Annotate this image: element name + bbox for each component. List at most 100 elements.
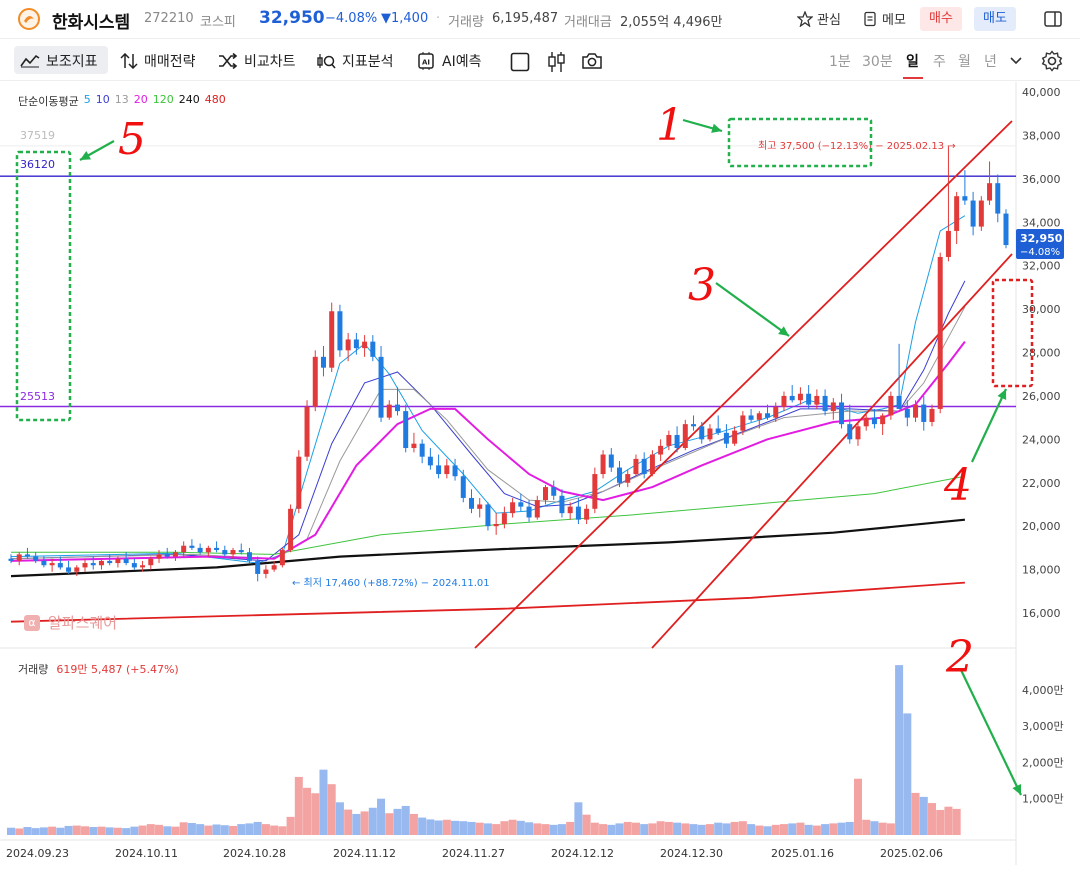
volume-bar[interactable] bbox=[566, 821, 575, 835]
volume-bar[interactable] bbox=[705, 824, 714, 835]
chevron-down-icon[interactable] bbox=[1010, 56, 1022, 66]
volume-bar[interactable] bbox=[886, 823, 895, 835]
volume-bar[interactable] bbox=[492, 824, 501, 835]
candle[interactable] bbox=[1003, 209, 1009, 249]
volume-bar[interactable] bbox=[72, 825, 81, 835]
volume-bar[interactable] bbox=[755, 825, 764, 835]
candle[interactable] bbox=[954, 191, 960, 244]
volume-bar[interactable] bbox=[919, 796, 928, 835]
candle[interactable] bbox=[789, 385, 795, 403]
volume-bar[interactable] bbox=[640, 824, 649, 835]
candle[interactable] bbox=[370, 335, 376, 362]
volume-bar[interactable] bbox=[163, 826, 172, 835]
volume-bar[interactable] bbox=[39, 827, 48, 835]
candle[interactable] bbox=[723, 424, 729, 449]
ai-predict-tool[interactable]: AI AI예측 bbox=[416, 51, 481, 71]
volume-bar[interactable] bbox=[533, 823, 542, 835]
volume-bar[interactable] bbox=[590, 822, 599, 835]
candle[interactable] bbox=[362, 335, 368, 357]
volume-bar[interactable] bbox=[229, 825, 238, 835]
volume-bar[interactable] bbox=[714, 822, 723, 835]
volume-bar[interactable] bbox=[788, 823, 797, 835]
candle[interactable] bbox=[551, 480, 557, 501]
candle[interactable] bbox=[871, 408, 877, 429]
compare-tool[interactable]: 비교차트 bbox=[218, 51, 296, 71]
volume-bar[interactable] bbox=[853, 778, 862, 835]
volume-bar[interactable] bbox=[952, 808, 961, 835]
period-month[interactable]: 월 bbox=[958, 51, 971, 71]
volume-bar[interactable] bbox=[837, 822, 846, 835]
volume-bar[interactable] bbox=[804, 824, 813, 835]
volume-bar[interactable] bbox=[31, 828, 40, 835]
candle[interactable] bbox=[427, 448, 433, 470]
candle[interactable] bbox=[246, 547, 252, 564]
volume-bar[interactable] bbox=[607, 824, 616, 835]
volume-bar[interactable] bbox=[377, 798, 386, 835]
memo-button[interactable]: 메모 bbox=[862, 9, 906, 28]
candle[interactable] bbox=[658, 439, 664, 462]
candle[interactable] bbox=[444, 458, 450, 479]
side-panel-icon[interactable] bbox=[1043, 9, 1063, 29]
volume-bar[interactable] bbox=[664, 821, 673, 835]
volume-bar[interactable] bbox=[927, 803, 936, 835]
volume-bar[interactable] bbox=[113, 827, 122, 835]
volume-bar[interactable] bbox=[319, 769, 328, 835]
volume-bar[interactable] bbox=[385, 813, 394, 835]
candle[interactable] bbox=[485, 502, 491, 531]
volume-bar[interactable] bbox=[689, 824, 698, 835]
candle[interactable] bbox=[806, 385, 812, 409]
candlestick-icon[interactable] bbox=[547, 51, 567, 73]
volume-bar[interactable] bbox=[344, 809, 353, 835]
candle[interactable] bbox=[921, 395, 927, 431]
candle[interactable] bbox=[98, 558, 104, 570]
volume-bar[interactable] bbox=[294, 776, 303, 835]
volume-bar[interactable] bbox=[574, 802, 583, 835]
volume-bar[interactable] bbox=[878, 822, 887, 835]
volume-bar[interactable] bbox=[360, 811, 369, 835]
volume-bar[interactable] bbox=[681, 823, 690, 835]
candle[interactable] bbox=[222, 545, 228, 557]
candle[interactable] bbox=[970, 191, 976, 236]
volume-bar[interactable] bbox=[434, 820, 443, 835]
volume-bar[interactable] bbox=[418, 817, 427, 835]
candle[interactable] bbox=[419, 439, 425, 464]
volume-bar[interactable] bbox=[631, 822, 640, 835]
volume-bar[interactable] bbox=[763, 826, 772, 835]
candle[interactable] bbox=[995, 174, 1001, 223]
analysis-tool[interactable]: 지표분석 bbox=[316, 51, 394, 71]
volume-bar[interactable] bbox=[557, 824, 566, 835]
volume-bar[interactable] bbox=[944, 806, 953, 835]
candle[interactable] bbox=[880, 413, 886, 435]
volume-bar[interactable] bbox=[179, 822, 188, 835]
volume-bar[interactable] bbox=[845, 821, 854, 835]
candle[interactable] bbox=[600, 450, 606, 479]
volume-bar[interactable] bbox=[549, 824, 558, 835]
volume-bar[interactable] bbox=[253, 821, 262, 835]
candle[interactable] bbox=[822, 389, 828, 416]
candle[interactable] bbox=[238, 543, 244, 555]
volume-bar[interactable] bbox=[393, 808, 402, 835]
period-day[interactable]: 일 bbox=[906, 51, 919, 71]
candle[interactable] bbox=[699, 421, 705, 444]
volume-bar[interactable] bbox=[15, 828, 24, 835]
candle[interactable] bbox=[172, 550, 178, 561]
candle[interactable] bbox=[411, 432, 417, 453]
candle[interactable] bbox=[131, 558, 137, 570]
volume-bar[interactable] bbox=[409, 813, 418, 835]
volume-bar[interactable] bbox=[467, 821, 476, 835]
volume-bar[interactable] bbox=[81, 826, 90, 835]
volume-bar[interactable] bbox=[130, 826, 139, 835]
candle[interactable] bbox=[534, 495, 540, 520]
candle[interactable] bbox=[518, 493, 524, 511]
volume-bar[interactable] bbox=[730, 821, 739, 835]
volume-bar[interactable] bbox=[352, 813, 361, 835]
volume-bar[interactable] bbox=[779, 824, 788, 835]
candle[interactable] bbox=[460, 469, 466, 503]
candle[interactable] bbox=[329, 302, 335, 373]
candle[interactable] bbox=[987, 161, 993, 205]
volume-bar[interactable] bbox=[155, 824, 164, 835]
volume-bar[interactable] bbox=[56, 827, 65, 835]
volume-bar[interactable] bbox=[286, 816, 295, 835]
volume-bar[interactable] bbox=[541, 824, 550, 835]
candle[interactable] bbox=[24, 547, 30, 559]
